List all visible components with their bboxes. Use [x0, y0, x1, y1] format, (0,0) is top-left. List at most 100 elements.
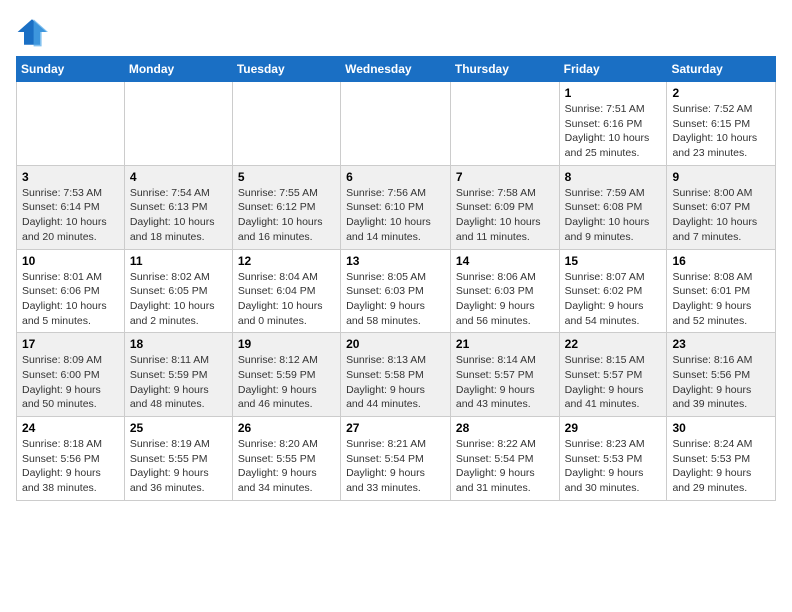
day-info: Sunrise: 8:11 AMSunset: 5:59 PMDaylight:… — [130, 353, 227, 412]
calendar-cell: 3Sunrise: 7:53 AMSunset: 6:14 PMDaylight… — [17, 165, 125, 249]
day-info: Sunrise: 7:59 AMSunset: 6:08 PMDaylight:… — [565, 186, 662, 245]
calendar-header-row: SundayMondayTuesdayWednesdayThursdayFrid… — [17, 57, 776, 82]
day-number: 11 — [130, 254, 227, 268]
day-info: Sunrise: 7:51 AMSunset: 6:16 PMDaylight:… — [565, 102, 662, 161]
day-info: Sunrise: 8:05 AMSunset: 6:03 PMDaylight:… — [346, 270, 445, 329]
day-number: 22 — [565, 337, 662, 351]
calendar-cell: 17 Sunrise: 8:09 AMSunset: 6:00 PMDayligh… — [17, 333, 125, 417]
day-number: 6 — [346, 170, 445, 184]
day-number: 26 — [238, 421, 335, 435]
day-info: Sunrise: 8:20 AMSunset: 5:55 PMDaylight:… — [238, 437, 335, 496]
day-info: Sunrise: 7:53 AMSunset: 6:14 PMDaylight:… — [22, 186, 119, 245]
day-number: 30 — [672, 421, 770, 435]
calendar-cell: 19 Sunrise: 8:12 AMSunset: 5:59 PMDayligh… — [232, 333, 340, 417]
day-info: Sunrise: 7:54 AMSunset: 6:13 PMDaylight:… — [130, 186, 227, 245]
day-info: Sunrise: 8:21 AMSunset: 5:54 PMDaylight:… — [346, 437, 445, 496]
calendar-week-row: 17 Sunrise: 8:09 AMSunset: 6:00 PMDayligh… — [17, 333, 776, 417]
calendar-week-row: 3Sunrise: 7:53 AMSunset: 6:14 PMDaylight… — [17, 165, 776, 249]
day-info: Sunrise: 8:22 AMSunset: 5:54 PMDaylight:… — [456, 437, 554, 496]
day-number: 16 — [672, 254, 770, 268]
day-number: 10 — [22, 254, 119, 268]
logo-icon — [16, 16, 48, 48]
day-info: Sunrise: 8:23 AMSunset: 5:53 PMDaylight:… — [565, 437, 662, 496]
weekday-header: Saturday — [667, 57, 776, 82]
calendar-week-row: 1 Sunrise: 7:51 AMSunset: 6:16 PMDaylight… — [17, 82, 776, 166]
day-number: 5 — [238, 170, 335, 184]
weekday-header: Sunday — [17, 57, 125, 82]
logo — [16, 16, 54, 48]
day-number: 13 — [346, 254, 445, 268]
calendar-cell: 22 Sunrise: 8:15 AMSunset: 5:57 PMDayligh… — [559, 333, 667, 417]
day-info: Sunrise: 7:58 AMSunset: 6:09 PMDaylight:… — [456, 186, 554, 245]
calendar-cell: 21 Sunrise: 8:14 AMSunset: 5:57 PMDayligh… — [450, 333, 559, 417]
calendar-cell — [341, 82, 451, 166]
day-number: 18 — [130, 337, 227, 351]
day-number: 9 — [672, 170, 770, 184]
calendar-cell: 8Sunrise: 7:59 AMSunset: 6:08 PMDaylight… — [559, 165, 667, 249]
calendar-cell: 12 Sunrise: 8:04 AMSunset: 6:04 PMDayligh… — [232, 249, 340, 333]
day-info: Sunrise: 8:04 AMSunset: 6:04 PMDaylight:… — [238, 270, 335, 329]
calendar-week-row: 24 Sunrise: 8:18 AMSunset: 5:56 PMDayligh… — [17, 417, 776, 501]
day-number: 2 — [672, 86, 770, 100]
day-number: 29 — [565, 421, 662, 435]
weekday-header: Monday — [124, 57, 232, 82]
calendar-cell: 25 Sunrise: 8:19 AMSunset: 5:55 PMDayligh… — [124, 417, 232, 501]
calendar-cell: 24 Sunrise: 8:18 AMSunset: 5:56 PMDayligh… — [17, 417, 125, 501]
calendar-cell: 10 Sunrise: 8:01 AMSunset: 6:06 PMDayligh… — [17, 249, 125, 333]
day-info: Sunrise: 8:07 AMSunset: 6:02 PMDaylight:… — [565, 270, 662, 329]
day-info: Sunrise: 8:18 AMSunset: 5:56 PMDaylight:… — [22, 437, 119, 496]
day-info: Sunrise: 8:19 AMSunset: 5:55 PMDaylight:… — [130, 437, 227, 496]
day-info: Sunrise: 8:00 AMSunset: 6:07 PMDaylight:… — [672, 186, 770, 245]
day-number: 1 — [565, 86, 662, 100]
calendar-cell: 26 Sunrise: 8:20 AMSunset: 5:55 PMDayligh… — [232, 417, 340, 501]
calendar-cell: 11 Sunrise: 8:02 AMSunset: 6:05 PMDayligh… — [124, 249, 232, 333]
day-number: 24 — [22, 421, 119, 435]
calendar-cell — [450, 82, 559, 166]
day-info: Sunrise: 8:24 AMSunset: 5:53 PMDaylight:… — [672, 437, 770, 496]
day-number: 12 — [238, 254, 335, 268]
day-number: 17 — [22, 337, 119, 351]
calendar-cell: 4 Sunrise: 7:54 AMSunset: 6:13 PMDaylight… — [124, 165, 232, 249]
day-info: Sunrise: 8:14 AMSunset: 5:57 PMDaylight:… — [456, 353, 554, 412]
day-number: 25 — [130, 421, 227, 435]
day-number: 19 — [238, 337, 335, 351]
calendar-cell: 28 Sunrise: 8:22 AMSunset: 5:54 PMDayligh… — [450, 417, 559, 501]
weekday-header: Tuesday — [232, 57, 340, 82]
day-info: Sunrise: 8:09 AMSunset: 6:00 PMDaylight:… — [22, 353, 119, 412]
day-info: Sunrise: 8:02 AMSunset: 6:05 PMDaylight:… — [130, 270, 227, 329]
calendar-cell: 13 Sunrise: 8:05 AMSunset: 6:03 PMDayligh… — [341, 249, 451, 333]
weekday-header: Friday — [559, 57, 667, 82]
day-info: Sunrise: 8:13 AMSunset: 5:58 PMDaylight:… — [346, 353, 445, 412]
day-info: Sunrise: 7:52 AMSunset: 6:15 PMDaylight:… — [672, 102, 770, 161]
day-number: 27 — [346, 421, 445, 435]
day-number: 7 — [456, 170, 554, 184]
day-number: 21 — [456, 337, 554, 351]
calendar-cell: 7 Sunrise: 7:58 AMSunset: 6:09 PMDaylight… — [450, 165, 559, 249]
weekday-header: Thursday — [450, 57, 559, 82]
calendar-cell: 29 Sunrise: 8:23 AMSunset: 5:53 PMDayligh… — [559, 417, 667, 501]
calendar-cell: 14Sunrise: 8:06 AMSunset: 6:03 PMDayligh… — [450, 249, 559, 333]
calendar-cell: 2 Sunrise: 7:52 AMSunset: 6:15 PMDaylight… — [667, 82, 776, 166]
day-info: Sunrise: 8:01 AMSunset: 6:06 PMDaylight:… — [22, 270, 119, 329]
day-number: 4 — [130, 170, 227, 184]
calendar-cell: 1 Sunrise: 7:51 AMSunset: 6:16 PMDaylight… — [559, 82, 667, 166]
calendar-cell: 16 Sunrise: 8:08 AMSunset: 6:01 PMDayligh… — [667, 249, 776, 333]
calendar-cell — [124, 82, 232, 166]
day-info: Sunrise: 8:08 AMSunset: 6:01 PMDaylight:… — [672, 270, 770, 329]
calendar-week-row: 10 Sunrise: 8:01 AMSunset: 6:06 PMDayligh… — [17, 249, 776, 333]
calendar-cell: 6 Sunrise: 7:56 AMSunset: 6:10 PMDaylight… — [341, 165, 451, 249]
day-info: Sunrise: 7:56 AMSunset: 6:10 PMDaylight:… — [346, 186, 445, 245]
calendar-cell: 30 Sunrise: 8:24 AMSunset: 5:53 PMDayligh… — [667, 417, 776, 501]
day-number: 23 — [672, 337, 770, 351]
day-number: 15 — [565, 254, 662, 268]
day-number: 28 — [456, 421, 554, 435]
day-number: 14 — [456, 254, 554, 268]
day-info: Sunrise: 8:12 AMSunset: 5:59 PMDaylight:… — [238, 353, 335, 412]
day-info: Sunrise: 8:15 AMSunset: 5:57 PMDaylight:… — [565, 353, 662, 412]
calendar-cell — [17, 82, 125, 166]
day-info: Sunrise: 8:16 AMSunset: 5:56 PMDaylight:… — [672, 353, 770, 412]
weekday-header: Wednesday — [341, 57, 451, 82]
day-number: 20 — [346, 337, 445, 351]
page-header — [16, 16, 776, 48]
calendar-cell: 27 Sunrise: 8:21 AMSunset: 5:54 PMDayligh… — [341, 417, 451, 501]
